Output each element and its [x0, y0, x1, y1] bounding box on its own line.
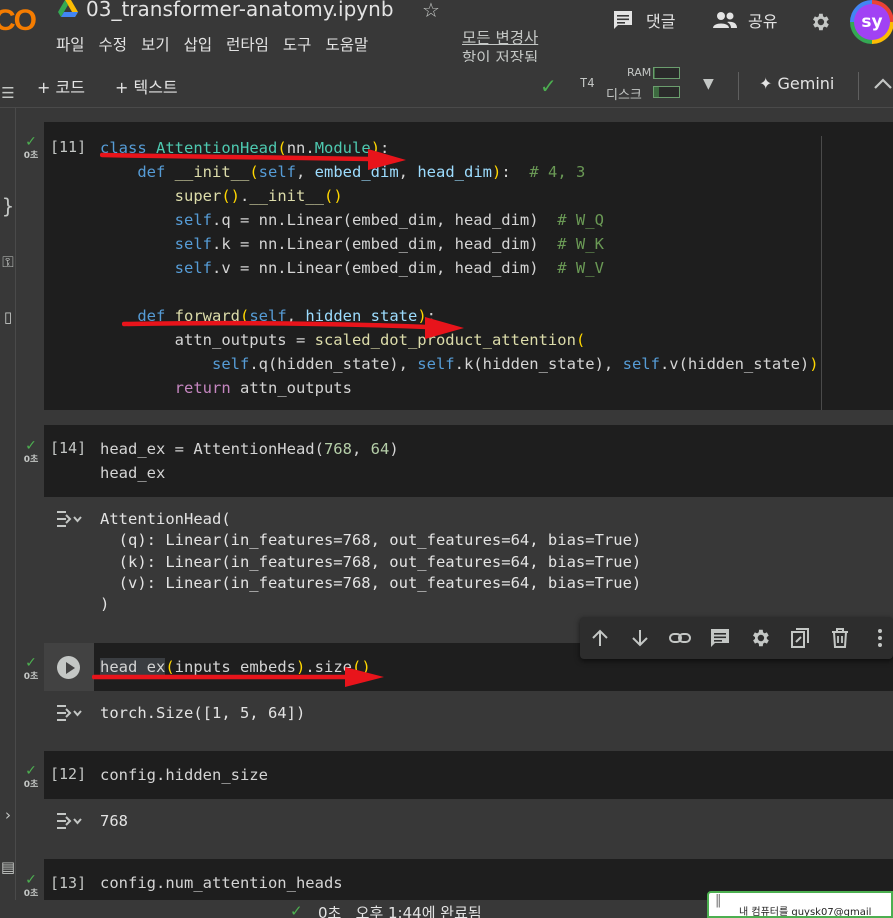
code-line: config.num_attention_heads: [100, 874, 343, 892]
google-drive-icon: [58, 0, 78, 17]
cell-toolbar: [580, 617, 893, 659]
code-line: self.k = nn.Linear(embed_dim, head_dim) …: [174, 235, 604, 253]
notebook-title[interactable]: 03_transformer-anatomy.ipynb: [86, 0, 394, 21]
runtime-type[interactable]: T4: [580, 76, 594, 90]
toolbar-divider: [738, 72, 739, 100]
left-rail: } ⚿ ▯ › ▤: [0, 108, 16, 918]
connected-check-icon[interactable]: ✓: [540, 74, 557, 98]
menu-insert[interactable]: 삽입: [184, 33, 213, 55]
cell-prompt: [12]: [50, 765, 87, 783]
code-line: super().__init__(): [174, 187, 343, 205]
star-icon[interactable]: ☆: [422, 0, 440, 22]
open-in-tab-icon[interactable]: [789, 627, 811, 649]
menu-edit[interactable]: 수정: [99, 33, 128, 55]
add-text-button[interactable]: + 텍스트: [115, 74, 178, 98]
output-line: torch.Size([1, 5, 64]): [100, 704, 306, 722]
folder-icon[interactable]: ▯: [0, 308, 16, 326]
menu-bar: 파일 수정 보기 삽입 런타임 도구 도움말: [56, 33, 382, 55]
cell-prompt: [13]: [50, 874, 87, 892]
gemini-button[interactable]: ✦ Gemini: [759, 74, 834, 93]
menu-tools[interactable]: 도구: [283, 33, 312, 55]
terminal-icon[interactable]: ▤: [0, 858, 16, 876]
delete-icon[interactable]: [829, 627, 851, 649]
menu-view[interactable]: 보기: [141, 33, 170, 55]
comments-button[interactable]: 댓글: [612, 8, 675, 32]
more-vert-icon[interactable]: [869, 627, 891, 649]
output-toggle-icon[interactable]: [56, 703, 82, 723]
gear-icon[interactable]: [749, 627, 771, 649]
people-icon: [713, 12, 737, 28]
cell-exec-status: ✓ 0초: [18, 763, 44, 790]
code-line: config.hidden_size: [100, 766, 268, 784]
code-line: self.q(hidden_state), self.k(hidden_stat…: [211, 355, 819, 373]
code-snippets-icon[interactable]: }: [0, 194, 16, 218]
execution-status[interactable]: 0초 오후 1:44에 완료됨: [318, 902, 482, 918]
sparkle-icon: ✦: [759, 74, 778, 93]
disk-meter[interactable]: [653, 86, 680, 98]
annotation-arrow: [100, 149, 406, 170]
ruler-line: [821, 136, 822, 410]
output-line: (q): Linear(in_features=768, out_feature…: [100, 531, 642, 549]
disk-label: 디스크: [606, 88, 642, 103]
cell-prompt: [11]: [50, 138, 87, 156]
annotation-arrow: [122, 317, 464, 339]
comment-icon[interactable]: [709, 627, 731, 649]
run-cell-button[interactable]: [44, 643, 94, 691]
output-line: 768: [100, 812, 128, 830]
cell-prompt: [14]: [50, 439, 87, 457]
move-up-icon[interactable]: [589, 627, 611, 649]
gear-icon[interactable]: [809, 11, 831, 33]
rail-top: ☰: [0, 62, 16, 108]
code-line: head_ex: [100, 464, 166, 482]
cell-output: AttentionHead( (q): Linear(in_features=7…: [44, 497, 893, 627]
account-avatar[interactable]: sy: [850, 0, 893, 44]
colab-logo[interactable]: CO: [0, 4, 37, 38]
notification-toast[interactable]: ‖ 내 컴퓨터를 guysk07@gmail: [707, 891, 893, 918]
cell-output: torch.Size([1, 5, 64]): [44, 691, 893, 737]
link-icon[interactable]: [669, 627, 691, 649]
ram-label: RAM: [627, 66, 652, 79]
collapse-chevron-icon[interactable]: [872, 76, 893, 92]
code-line: return attn_outputs: [174, 379, 352, 397]
arrow-right-icon[interactable]: ›: [0, 806, 16, 824]
check-icon: ✓: [290, 902, 303, 918]
cell-exec-status: ✓ 0초: [18, 438, 44, 465]
code-cell-hidden-size[interactable]: [12] config.hidden_size: [44, 751, 893, 799]
cell-exec-status: ✓ 0초: [18, 134, 44, 161]
comment-icon: [614, 11, 632, 29]
annotation-arrow: [92, 667, 384, 687]
menu-file[interactable]: 파일: [56, 33, 85, 55]
cell-exec-status: ✓ 0초: [18, 655, 44, 682]
drag-handle-icon: ‖: [715, 893, 722, 908]
cell-exec-status: ✓ 0초: [18, 872, 44, 899]
runtime-dropdown-icon[interactable]: ▼: [703, 76, 714, 92]
ram-meter[interactable]: [653, 67, 680, 79]
key-icon[interactable]: ⚿: [0, 253, 16, 271]
code-line: self.v = nn.Linear(embed_dim, head_dim) …: [174, 259, 604, 277]
menu-runtime[interactable]: 런타임: [226, 33, 269, 55]
move-down-icon[interactable]: [629, 627, 651, 649]
output-line: (v): Linear(in_features=768, out_feature…: [100, 574, 642, 592]
output-toggle-icon[interactable]: [56, 811, 82, 831]
notebook-toolbar: + 코드 + 텍스트 ✓ T4 RAM 디스크 ▼ ✦ Gemini: [0, 62, 893, 108]
menu-help[interactable]: 도움말: [325, 33, 368, 55]
code-line: self.q = nn.Linear(embed_dim, head_dim) …: [174, 211, 604, 229]
code-line: head_ex = AttentionHead(768, 64): [100, 440, 399, 458]
output-line: ): [100, 595, 110, 613]
output-toggle-icon[interactable]: [56, 509, 82, 529]
toolbar-divider: [858, 72, 859, 100]
app-header: CO 03_transformer-anatomy.ipynb ☆ 파일 수정 …: [0, 0, 893, 67]
cell-output: 768: [44, 799, 893, 859]
share-button[interactable]: 공유: [712, 8, 777, 32]
menu-icon[interactable]: ☰: [0, 84, 16, 102]
add-code-button[interactable]: + 코드: [37, 74, 85, 98]
code-cell-head-ex[interactable]: [14] head_ex = AttentionHead(768, 64) he…: [44, 425, 893, 497]
